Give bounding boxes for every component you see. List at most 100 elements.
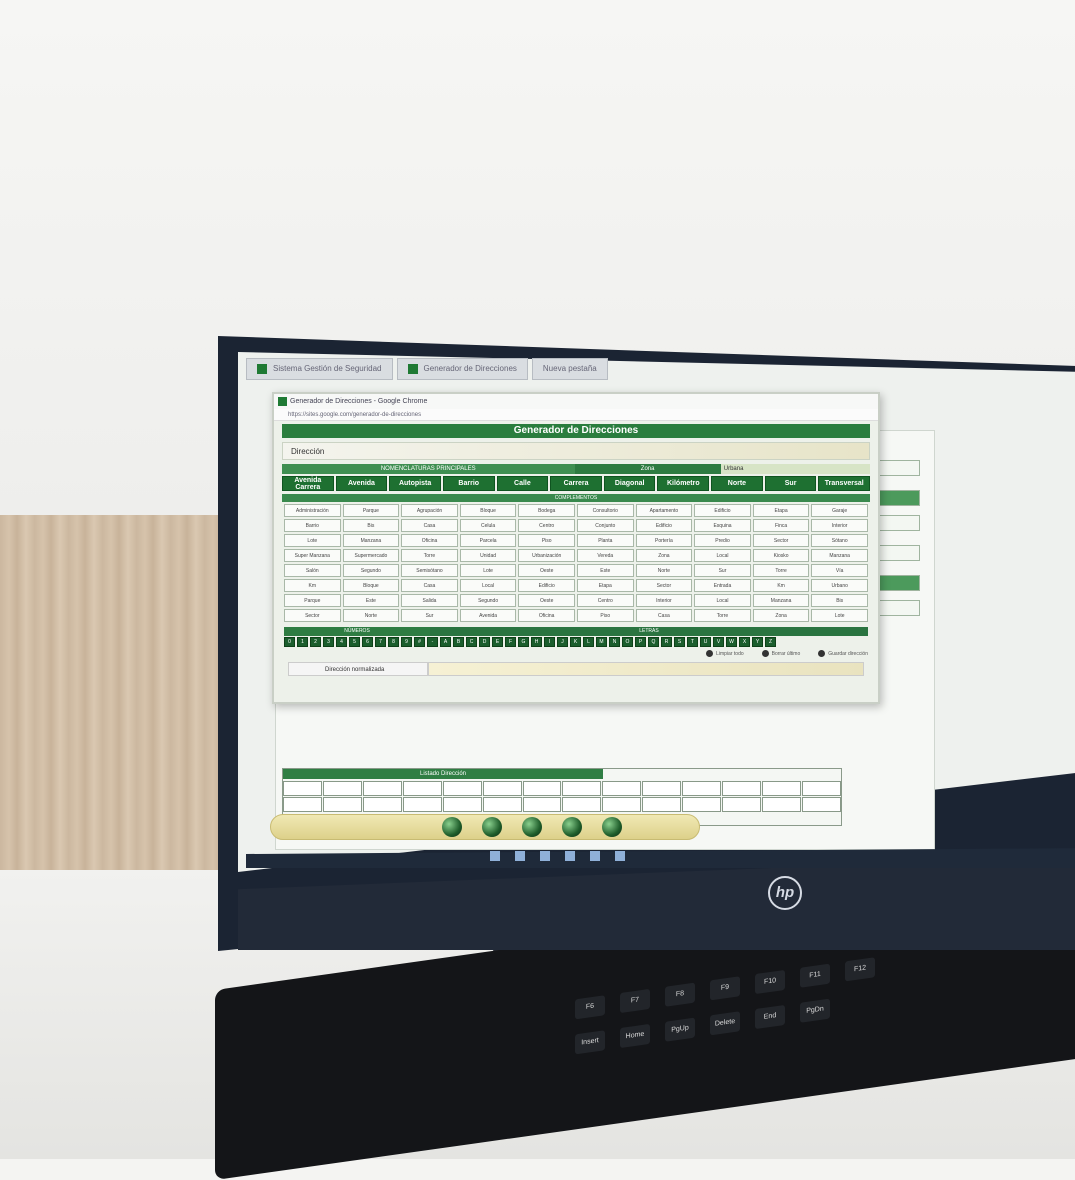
complement-button[interactable]: Sótano <box>811 534 868 547</box>
complement-button[interactable]: Bodega <box>518 504 575 517</box>
char-button[interactable]: 5 <box>349 637 360 647</box>
complement-button[interactable]: Bis <box>342 519 400 532</box>
keyword-button[interactable]: Sur <box>764 476 817 491</box>
complement-button[interactable]: Administración <box>284 504 341 517</box>
complement-button[interactable]: Entrada <box>694 579 751 592</box>
browser-tab[interactable]: Nueva pestaña <box>531 358 608 380</box>
action-orb-button[interactable] <box>522 817 542 837</box>
complement-button[interactable]: Salón <box>284 564 341 577</box>
radio-option[interactable]: Borrar último <box>761 650 800 657</box>
complement-button[interactable]: Lote <box>811 609 868 622</box>
char-button[interactable]: C <box>466 637 477 647</box>
complement-button[interactable]: Predio <box>694 534 751 547</box>
table-cell[interactable] <box>762 797 802 812</box>
complement-button[interactable]: Semisótano <box>401 564 458 577</box>
complement-button[interactable]: Parque <box>342 504 400 517</box>
char-button[interactable]: - <box>427 637 438 647</box>
complement-button[interactable]: Lote <box>459 564 517 577</box>
complement-button[interactable]: Bis <box>811 594 868 607</box>
table-cell[interactable] <box>442 797 482 812</box>
char-button[interactable]: J <box>557 637 568 647</box>
taskbar-app-icon[interactable] <box>490 851 500 861</box>
table-cell[interactable] <box>283 797 322 812</box>
complement-button[interactable]: Parque <box>284 594 341 607</box>
char-button[interactable]: S <box>674 637 685 647</box>
taskbar-app-icon[interactable] <box>515 851 525 861</box>
table-cell[interactable] <box>283 781 322 796</box>
char-button[interactable]: # <box>414 637 425 647</box>
complement-button[interactable]: Kiosko <box>752 549 810 562</box>
complement-button[interactable]: Oeste <box>518 594 575 607</box>
char-button[interactable]: F <box>505 637 516 647</box>
table-cell[interactable] <box>482 781 522 796</box>
complement-button[interactable]: Casa <box>635 609 693 622</box>
complement-button[interactable]: Vereda <box>576 549 634 562</box>
keyword-button[interactable]: Carrera <box>550 476 602 491</box>
complement-button[interactable]: Piso <box>518 534 575 547</box>
complement-button[interactable]: Centro <box>576 594 634 607</box>
complement-button[interactable]: Interior <box>635 594 693 607</box>
complement-button[interactable]: Sector <box>635 579 693 592</box>
complement-button[interactable]: Supermercado <box>342 549 400 562</box>
char-button[interactable]: P <box>635 637 646 647</box>
char-button[interactable]: 2 <box>310 637 321 647</box>
table-cell[interactable] <box>402 797 442 812</box>
complement-button[interactable]: Lote <box>284 534 341 547</box>
char-button[interactable]: N <box>609 637 620 647</box>
char-button[interactable]: L <box>583 637 594 647</box>
complement-button[interactable]: Bloque <box>342 579 400 592</box>
table-cell[interactable] <box>482 797 522 812</box>
complement-button[interactable]: Garaje <box>811 504 868 517</box>
complement-button[interactable]: Edificio <box>694 504 751 517</box>
complement-button[interactable]: Oficina <box>518 609 575 622</box>
char-button[interactable]: V <box>713 637 724 647</box>
complement-button[interactable]: Oeste <box>518 564 575 577</box>
char-button[interactable]: A <box>440 637 451 647</box>
radio-option[interactable]: Limpiar todo <box>706 650 744 657</box>
table-cell[interactable] <box>762 781 802 796</box>
char-button[interactable]: I <box>544 637 555 647</box>
complement-button[interactable]: Agrupación <box>401 504 458 517</box>
keyword-button[interactable]: Transversal <box>818 476 871 491</box>
address-input[interactable]: Dirección <box>282 442 870 460</box>
char-button[interactable]: 6 <box>362 637 373 647</box>
table-cell[interactable] <box>562 797 602 812</box>
browser-tab[interactable]: Sistema Gestión de Seguridad <box>246 358 393 380</box>
taskbar-app-icon[interactable] <box>615 851 625 861</box>
char-button[interactable]: R <box>661 637 672 647</box>
keyword-button[interactable]: Norte <box>711 476 763 491</box>
char-button[interactable]: Q <box>648 637 659 647</box>
zone-select[interactable]: Urbana <box>720 464 870 474</box>
table-cell[interactable] <box>642 797 682 812</box>
complement-button[interactable]: Parcela <box>459 534 517 547</box>
char-button[interactable]: B <box>453 637 464 647</box>
complement-button[interactable]: Urbano <box>811 579 868 592</box>
table-cell[interactable] <box>682 797 722 812</box>
complement-button[interactable]: Edificio <box>635 519 693 532</box>
complement-button[interactable]: Portería <box>635 534 693 547</box>
complement-button[interactable]: Local <box>694 549 751 562</box>
radio-option[interactable]: Guardar dirección <box>818 650 868 657</box>
char-button[interactable]: 9 <box>401 637 412 647</box>
char-button[interactable]: 7 <box>375 637 386 647</box>
char-button[interactable]: 1 <box>297 637 308 647</box>
complement-button[interactable]: Urbanización <box>518 549 575 562</box>
complement-button[interactable]: Etapa <box>576 579 634 592</box>
table-cell[interactable] <box>322 797 362 812</box>
browser-tab[interactable]: Generador de Direcciones <box>396 358 528 380</box>
complement-button[interactable]: Segundo <box>459 594 517 607</box>
complement-button[interactable]: Casa <box>401 519 458 532</box>
table-cell[interactable] <box>722 781 762 796</box>
complement-button[interactable]: Km <box>284 579 341 592</box>
complement-button[interactable]: Celula <box>459 519 517 532</box>
table-cell[interactable] <box>362 781 402 796</box>
complement-button[interactable]: Vía <box>811 564 868 577</box>
complement-button[interactable]: Zona <box>752 609 810 622</box>
table-cell[interactable] <box>522 797 562 812</box>
table-cell[interactable] <box>722 797 762 812</box>
complement-button[interactable]: Km <box>752 579 810 592</box>
action-orb-button[interactable] <box>602 817 622 837</box>
complement-button[interactable]: Torre <box>752 564 810 577</box>
table-cell[interactable] <box>322 781 362 796</box>
complement-button[interactable]: Bloque <box>459 504 517 517</box>
